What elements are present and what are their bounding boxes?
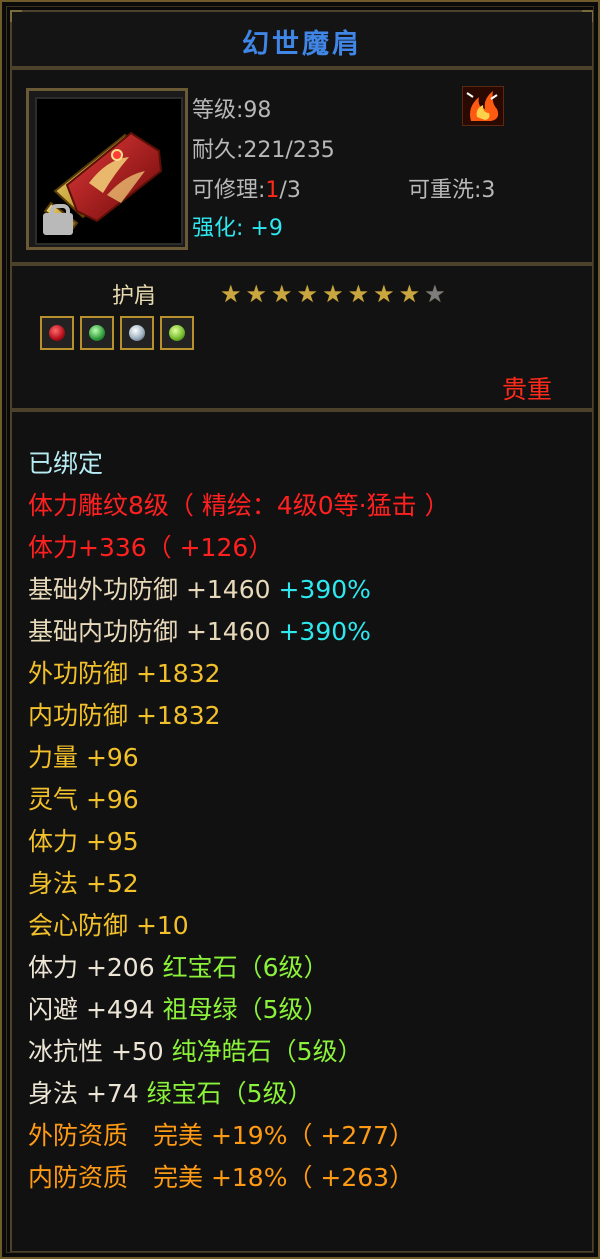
fire-set-badge-icon <box>462 86 504 126</box>
item-rarity: 贵重 <box>501 375 552 404</box>
gem-name: 绿宝石（5级） <box>146 1079 313 1108</box>
corner-ornament <box>582 10 594 22</box>
item-repair-count: 可修理:1/3 <box>192 172 301 204</box>
gem-stat-line: 闪避 +494 祖母绿（5级） <box>28 990 329 1026</box>
title-bar: 幻世魔肩 <box>10 10 594 68</box>
item-tooltip: 幻世魔肩 等级:98 耐久:221/235 可修理:1/3 可重洗:3 强化: … <box>0 0 600 1259</box>
gem-stat-value: 闪避 +494 <box>28 995 155 1024</box>
inner-defense: 内功防御 +1832 <box>28 701 221 730</box>
gem-slots <box>40 316 194 350</box>
white-gem-icon[interactable] <box>120 316 154 350</box>
engrave-line: 体力雕纹8级（ 精绘：4级0等·猛击 ） <box>28 491 450 520</box>
gem-name: 红宝石（6级） <box>162 953 329 982</box>
gem-name: 祖母绿（5级） <box>162 995 329 1024</box>
star-filled-icon: ★ <box>296 280 319 308</box>
outer-defense: 外功防御 +1832 <box>28 659 221 688</box>
gem-stat-line: 体力 +206 红宝石（6级） <box>28 948 329 984</box>
base-outer-defense: 基础外功防御 +1460 +390% <box>28 570 371 606</box>
item-rewash-count: 可重洗:3 <box>408 178 496 203</box>
corner-ornament <box>10 10 22 22</box>
gem-stat-line: 冰抗性 +50 纯净皓石（5级） <box>28 1032 363 1068</box>
repair-label: 可修理: <box>192 178 266 203</box>
gem-stat-value: 冰抗性 +50 <box>28 1037 164 1066</box>
star-empty-icon: ★ <box>424 280 446 308</box>
enhance-label: 强化: <box>192 216 244 241</box>
gem-stat-line: 身法 +74 绿宝石（5级） <box>28 1074 313 1110</box>
base-inner-defense: 基础内功防御 +1460 +390% <box>28 612 371 648</box>
star-filled-icon: ★ <box>373 280 395 308</box>
base-outer-defense-pct: +390% <box>278 575 371 604</box>
star-filled-icon: ★ <box>220 280 242 308</box>
item-durability: 耐久:221/235 <box>192 138 335 163</box>
star-filled-icon: ★ <box>347 280 370 308</box>
green-gem-icon[interactable] <box>80 316 114 350</box>
green-yellow-gem-icon[interactable] <box>160 316 194 350</box>
gem-stat-value: 身法 +74 <box>28 1079 139 1108</box>
item-enhance: 强化: +9 <box>192 210 283 242</box>
item-slot-type: 护肩 <box>112 284 157 309</box>
inner-quality-line: 内防资质 完美 +18%（ +263） <box>28 1163 415 1192</box>
red-gem-icon[interactable] <box>40 316 74 350</box>
base-inner-defense-pct: +390% <box>278 617 371 646</box>
star-filled-icon: ★ <box>245 280 268 308</box>
crit-defense-stat: 会心防御 +10 <box>28 911 189 940</box>
base-inner-defense-value: 基础内功防御 +1460 <box>28 617 271 646</box>
item-type-panel: 护肩 ★ ★ ★ ★ ★ ★ ★ ★ ★ 贵重 <box>10 264 594 410</box>
star-filled-icon: ★ <box>322 280 344 308</box>
item-name: 幻世魔肩 <box>242 29 362 60</box>
lock-icon <box>43 204 73 235</box>
star-rating: ★ ★ ★ ★ ★ ★ ★ ★ ★ <box>220 282 446 306</box>
pauldron-icon <box>35 97 183 245</box>
base-outer-defense-value: 基础外功防御 +1460 <box>28 575 271 604</box>
repair-used: 1 <box>265 178 280 203</box>
repair-total: /3 <box>279 178 301 203</box>
item-level: 等级:98 <box>192 98 272 123</box>
strength-stat: 力量 +96 <box>28 743 139 772</box>
agility-stat: 身法 +52 <box>28 869 139 898</box>
star-filled-icon: ★ <box>271 280 293 308</box>
enhance-value: +9 <box>250 216 283 241</box>
vitality-stat: 体力 +95 <box>28 827 139 856</box>
item-icon-frame[interactable] <box>26 88 188 250</box>
bound-status: 已绑定 <box>28 449 104 478</box>
item-header: 等级:98 耐久:221/235 可修理:1/3 可重洗:3 强化: +9 <box>10 68 594 264</box>
spirit-stat: 灵气 +96 <box>28 785 139 814</box>
vitality-bonus-line: 体力+336（ +126） <box>28 533 274 562</box>
gem-name: 纯净皓石（5级） <box>171 1037 363 1066</box>
attribute-list: 已绑定 体力雕纹8级（ 精绘：4级0等·猛击 ） 体力+336（ +126） 基… <box>10 410 594 1253</box>
star-filled-icon: ★ <box>398 280 421 308</box>
outer-quality-line: 外防资质 完美 +19%（ +277） <box>28 1121 415 1150</box>
gem-stat-value: 体力 +206 <box>28 953 155 982</box>
